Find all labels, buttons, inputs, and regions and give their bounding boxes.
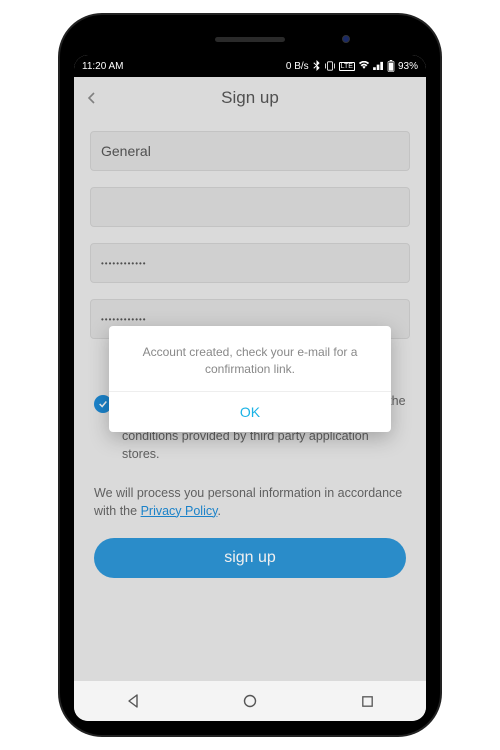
android-navbar — [74, 681, 426, 721]
dialog-overlay: Account created, check your e-mail for a… — [74, 77, 426, 681]
phone-speaker — [215, 37, 285, 42]
phone-frame: 11:20 AM 0 B/s LTE 93% — [60, 15, 440, 735]
screen: 11:20 AM 0 B/s LTE 93% — [74, 55, 426, 721]
dialog-message: Account created, check your e-mail for a… — [109, 326, 391, 392]
status-time: 11:20 AM — [82, 61, 124, 72]
volte-icon: LTE — [339, 62, 355, 71]
vibrate-icon — [324, 61, 336, 72]
bluetooth-icon — [312, 60, 321, 71]
battery-icon — [387, 60, 395, 72]
wifi-icon — [358, 61, 370, 72]
status-bar: 11:20 AM 0 B/s LTE 93% — [74, 55, 426, 77]
battery-percent: 93% — [398, 61, 418, 72]
dialog-ok-button[interactable]: OK — [109, 392, 391, 432]
status-icons: 0 B/s LTE 93% — [286, 60, 418, 72]
nav-recent-button[interactable] — [354, 688, 380, 714]
network-speed: 0 B/s — [286, 61, 309, 72]
signal-icon — [373, 61, 384, 72]
nav-back-button[interactable] — [120, 688, 146, 714]
phone-camera — [342, 35, 350, 43]
confirmation-dialog: Account created, check your e-mail for a… — [109, 326, 391, 433]
nav-home-button[interactable] — [237, 688, 263, 714]
